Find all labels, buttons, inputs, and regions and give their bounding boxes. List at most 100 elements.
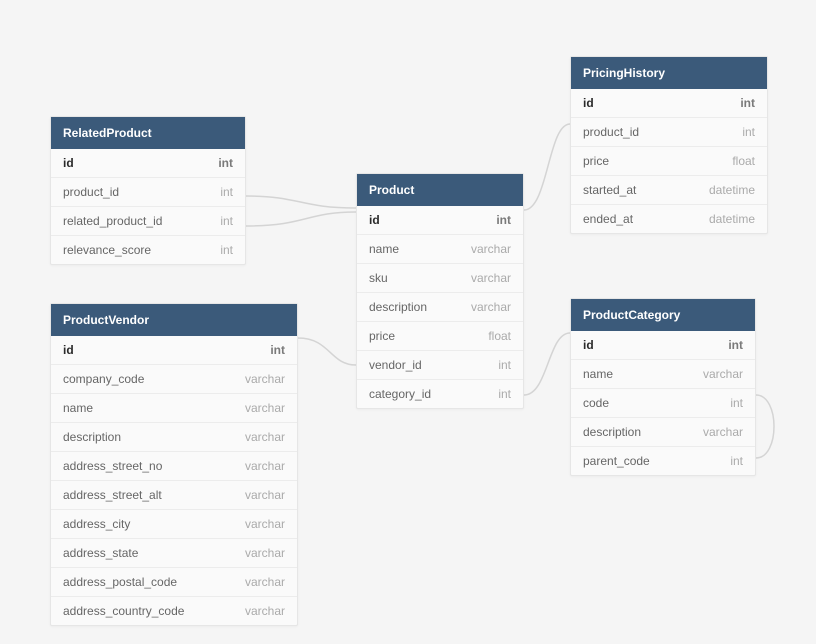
table-row: address_city varchar [51,510,297,539]
column-name: description [583,425,641,439]
column-type: datetime [709,183,755,197]
column-name: ended_at [583,212,633,226]
column-type: varchar [245,430,285,444]
table-row: address_postal_code varchar [51,568,297,597]
column-name: address_postal_code [63,575,177,589]
table-row: id int [357,206,523,235]
column-name: vendor_id [369,358,422,372]
column-name: parent_code [583,454,650,468]
table-row: code int [571,389,755,418]
column-name: related_product_id [63,214,162,228]
table-header: Product [357,174,523,206]
table-pricinghistory[interactable]: PricingHistory id int product_id int pri… [570,56,768,234]
column-name: price [369,329,395,343]
column-name: description [63,430,121,444]
column-type: varchar [245,488,285,502]
column-type: int [220,185,233,199]
column-type: varchar [471,271,511,285]
table-productcategory[interactable]: ProductCategory id int name varchar code… [570,298,756,476]
table-header: ProductVendor [51,304,297,336]
column-name: address_city [63,517,130,531]
table-row: price float [357,322,523,351]
table-product[interactable]: Product id int name varchar sku varchar … [356,173,524,409]
column-type: varchar [245,401,285,415]
table-row: description varchar [51,423,297,452]
table-row: name varchar [51,394,297,423]
table-row: category_id int [357,380,523,408]
table-row: vendor_id int [357,351,523,380]
column-name: id [63,156,74,170]
table-row: product_id int [571,118,767,147]
table-row: sku varchar [357,264,523,293]
column-name: address_state [63,546,138,560]
column-type: int [220,214,233,228]
column-type: int [498,358,511,372]
column-type: varchar [245,459,285,473]
column-name: name [583,367,613,381]
column-type: varchar [245,517,285,531]
column-type: int [496,213,511,227]
table-row: address_street_alt varchar [51,481,297,510]
column-name: product_id [63,185,119,199]
column-type: varchar [245,604,285,618]
column-type: varchar [703,425,743,439]
column-name: name [369,242,399,256]
table-row: relevance_score int [51,236,245,264]
column-name: id [369,213,380,227]
column-name: description [369,300,427,314]
table-row: id int [51,149,245,178]
column-name: id [583,96,594,110]
column-type: int [498,387,511,401]
table-row: product_id int [51,178,245,207]
column-name: price [583,154,609,168]
table-row: company_code varchar [51,365,297,394]
column-name: address_street_alt [63,488,162,502]
table-row: id int [571,331,755,360]
table-header: ProductCategory [571,299,755,331]
column-type: float [732,154,755,168]
column-name: product_id [583,125,639,139]
column-type: int [730,454,743,468]
column-type: float [488,329,511,343]
table-row: related_product_id int [51,207,245,236]
table-row: id int [51,336,297,365]
table-row: ended_at datetime [571,205,767,233]
table-relatedproduct[interactable]: RelatedProduct id int product_id int rel… [50,116,246,265]
table-row: name varchar [571,360,755,389]
column-type: varchar [471,242,511,256]
table-row: id int [571,89,767,118]
table-row: started_at datetime [571,176,767,205]
column-name: id [63,343,74,357]
column-type: datetime [709,212,755,226]
column-name: address_country_code [63,604,184,618]
er-diagram-canvas: RelatedProduct id int product_id int rel… [0,0,816,644]
column-name: company_code [63,372,144,386]
column-name: started_at [583,183,636,197]
table-row: description varchar [571,418,755,447]
column-name: sku [369,271,388,285]
column-type: int [740,96,755,110]
table-header: RelatedProduct [51,117,245,149]
column-type: varchar [245,575,285,589]
column-name: code [583,396,609,410]
column-name: relevance_score [63,243,151,257]
column-type: int [742,125,755,139]
table-row: address_country_code varchar [51,597,297,625]
column-type: varchar [471,300,511,314]
table-row: price float [571,147,767,176]
column-type: varchar [703,367,743,381]
table-row: description varchar [357,293,523,322]
table-productvendor[interactable]: ProductVendor id int company_code varcha… [50,303,298,626]
table-row: address_state varchar [51,539,297,568]
table-row: parent_code int [571,447,755,475]
column-type: int [730,396,743,410]
column-type: int [218,156,233,170]
table-row: address_street_no varchar [51,452,297,481]
table-header: PricingHistory [571,57,767,89]
column-type: int [220,243,233,257]
column-type: varchar [245,372,285,386]
column-type: int [270,343,285,357]
table-row: name varchar [357,235,523,264]
column-type: varchar [245,546,285,560]
column-name: category_id [369,387,431,401]
